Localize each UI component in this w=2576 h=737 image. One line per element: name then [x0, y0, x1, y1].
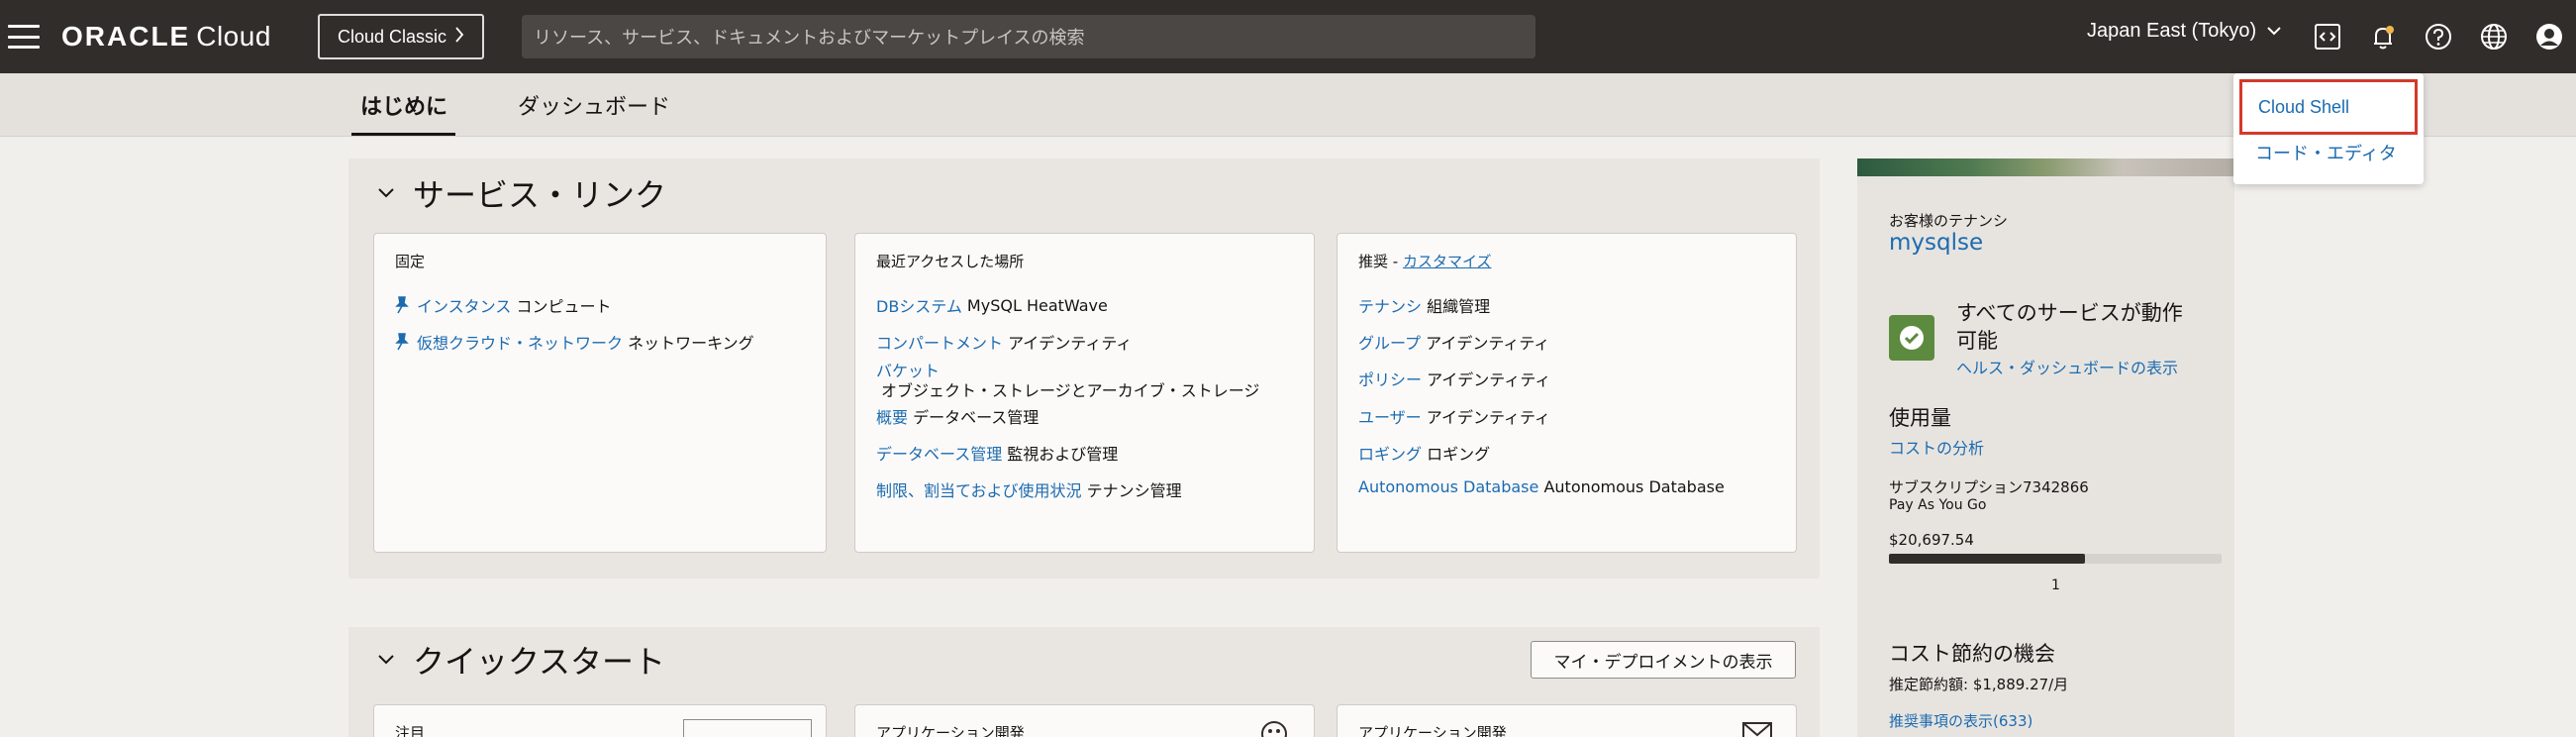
plan-name: Pay As You Go	[1889, 497, 1987, 513]
service-link[interactable]: データベース管理	[876, 441, 1002, 465]
list-item: Autonomous Database Autonomous Database	[1358, 477, 1725, 496]
developer-tools-dropdown: Cloud Shell コード・エディタ	[2233, 73, 2424, 184]
card-header: 最近アクセスした場所	[876, 253, 1025, 270]
list-item: 概要 データベース管理	[876, 404, 1039, 428]
service-link[interactable]: Autonomous Database	[1358, 477, 1538, 496]
collapse-chevron-icon[interactable]	[375, 182, 397, 204]
usage-amount: $20,697.54	[1889, 531, 1974, 549]
customize-link[interactable]: カスタマイズ	[1403, 253, 1492, 270]
service-link[interactable]: 仮想クラウド・ネットワーク	[417, 330, 623, 354]
list-item: グループ アイデンティティ	[1358, 330, 1549, 354]
service-links-panel: サービス・リンク 固定 インスタンス コンピュート 仮想クラウド・ネットワーク …	[348, 158, 1820, 579]
status-text-line2: 可能	[1956, 329, 1998, 353]
status-check-icon	[1889, 315, 1934, 361]
user-profile-icon[interactable]	[2531, 19, 2567, 54]
tab-getting-started[interactable]: はじめに	[360, 89, 447, 121]
service-link[interactable]: ユーザー	[1358, 404, 1422, 428]
tenancy-name-link[interactable]: mysqlse	[1889, 230, 1983, 256]
pin-icon	[395, 296, 409, 314]
usage-progress-bar	[1889, 554, 2222, 564]
top-header: ORACLE Cloud Cloud Classic リソース、サービス、ドキュメ…	[0, 0, 2576, 73]
oracle-cloud-logo[interactable]: ORACLE Cloud	[61, 20, 271, 53]
cloud-shell-menu-item[interactable]: Cloud Shell	[2239, 79, 2418, 135]
hamburger-menu-icon[interactable]	[8, 22, 40, 52]
view-deployments-button[interactable]: マイ・デプロイメントの表示	[1531, 641, 1796, 679]
card-header: 固定	[395, 253, 426, 270]
list-item: テナンシ 組織管理	[1358, 293, 1490, 317]
search-input[interactable]: リソース、サービス、ドキュメントおよびマーケットプレイスの検索	[522, 15, 1536, 58]
status-text: すべてのサービスが動作	[1956, 301, 2183, 325]
list-item: ポリシー アイデンティティ	[1358, 367, 1550, 390]
list-item: データベース管理 監視および管理	[876, 441, 1118, 465]
recommendations-link[interactable]: 推奨事項の表示(633)	[1889, 710, 2032, 731]
tenancy-sidebar: お客様のテナンシ mysqlse すべてのサービスが動作 可能 ヘルス・ダッシュ…	[1857, 158, 2234, 737]
list-item: DBシステム MySQL HeatWave	[876, 293, 1108, 317]
featured-image	[683, 719, 812, 737]
usage-title: 使用量	[1889, 406, 1951, 430]
card-header: アプリケーション開発	[876, 724, 1025, 737]
service-link[interactable]: テナンシ	[1358, 293, 1422, 317]
card-header: アプリケーション開発	[1358, 724, 1507, 737]
list-item-category: オブジェクト・ストレージとアーカイブ・ストレージ	[881, 381, 1260, 400]
quickstart-card[interactable]: アプリケーション開発	[1337, 704, 1797, 737]
mail-icon	[1742, 722, 1772, 737]
service-link[interactable]: 制限、割当ておよび使用状況	[876, 477, 1082, 501]
language-globe-icon[interactable]	[2476, 19, 2512, 54]
service-link[interactable]: インスタンス	[417, 293, 511, 317]
cost-analysis-link[interactable]: コストの分析	[1889, 435, 1984, 459]
savings-estimate: 推定節約額: $1,889.27/月	[1889, 676, 2069, 693]
service-link[interactable]: 概要	[876, 404, 908, 428]
health-dashboard-link[interactable]: ヘルス・ダッシュボードの表示	[1956, 355, 2178, 378]
section-title: クイックスタート	[413, 643, 666, 681]
list-item: ロギング ロギング	[1358, 441, 1490, 465]
service-link[interactable]: DBシステム	[876, 293, 962, 317]
usage-progress-fill	[1889, 554, 2086, 564]
tab-dashboard[interactable]: ダッシュボード	[518, 89, 670, 121]
app-dev-icon	[1261, 721, 1287, 737]
quickstart-card[interactable]: 注目	[373, 704, 827, 737]
quickstart-card[interactable]: アプリケーション開発	[854, 704, 1315, 737]
region-selector[interactable]: Japan East (Tokyo)	[2087, 20, 2282, 43]
card-header: 推奨 - カスタマイズ	[1358, 253, 1492, 270]
chevron-right-icon	[454, 26, 464, 48]
subscription-id: サブスクリプション7342866	[1889, 478, 2089, 496]
recent-card: 最近アクセスした場所 DBシステム MySQL HeatWave コンパートメン…	[854, 233, 1315, 553]
list-item: 仮想クラウド・ネットワーク ネットワーキング	[395, 330, 754, 354]
pin-icon	[395, 333, 409, 351]
list-item: コンパートメント アイデンティティ	[876, 330, 1132, 354]
service-link[interactable]: コンパートメント	[876, 330, 1003, 354]
list-item: ユーザー アイデンティティ	[1358, 404, 1550, 428]
active-tab-indicator	[351, 133, 455, 136]
developer-tools-icon[interactable]	[2310, 19, 2345, 54]
section-title: サービス・リンク	[413, 176, 667, 214]
collapse-chevron-icon[interactable]	[375, 649, 397, 671]
usage-bar-label: 1	[2051, 578, 2060, 593]
service-link[interactable]: ロギング	[1358, 441, 1422, 465]
sub-navigation: はじめに ダッシュボード	[0, 73, 2576, 137]
tenancy-label: お客様のテナンシ	[1889, 212, 2009, 230]
service-link[interactable]: ポリシー	[1358, 367, 1422, 390]
card-header: 注目	[395, 724, 426, 737]
code-editor-menu-item[interactable]: コード・エディタ	[2255, 140, 2397, 165]
notification-bell-icon[interactable]	[2365, 19, 2401, 54]
savings-title: コスト節約の機会	[1889, 642, 2055, 666]
help-icon[interactable]	[2421, 19, 2456, 54]
list-item: インスタンス コンピュート	[395, 293, 611, 317]
cloud-classic-button[interactable]: Cloud Classic	[318, 14, 484, 59]
service-link[interactable]: グループ	[1358, 330, 1421, 354]
list-item: 制限、割当ておよび使用状況 テナンシ管理	[876, 477, 1182, 501]
sidebar-banner-image	[1857, 158, 2234, 176]
pinned-card: 固定 インスタンス コンピュート 仮想クラウド・ネットワーク ネットワーキング	[373, 233, 827, 553]
chevron-down-icon	[2267, 27, 2281, 36]
recommended-card: 推奨 - カスタマイズ テナンシ 組織管理 グループ アイデンティティ ポリシー…	[1337, 233, 1797, 553]
